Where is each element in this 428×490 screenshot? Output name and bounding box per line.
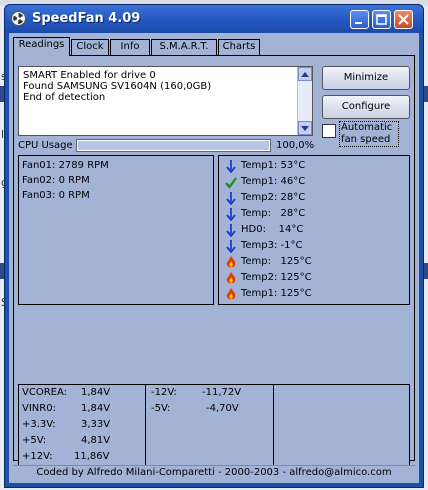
voltage-name: +5V: <box>22 435 47 446</box>
minimize-window-button[interactable] <box>350 10 369 29</box>
voltage-value: 4,81V <box>81 435 111 446</box>
arrow-down-icon <box>225 191 237 206</box>
arrow-down-icon <box>225 223 237 238</box>
temp-row: Temp1: 53°C <box>225 159 305 175</box>
voltage-value: 1,84V <box>81 403 111 414</box>
log-line: SMART Enabled for drive 0 <box>23 70 156 81</box>
temp-text: Temp: 28°C <box>241 208 306 219</box>
temperature-readings-box: Temp1: 53°C Temp1: 46°C Temp2: 28°C Temp… <box>218 155 410 305</box>
tab-smart[interactable]: S.M.A.R.T. <box>151 39 217 55</box>
tab-charts[interactable]: Charts <box>218 39 260 55</box>
temp-row: Temp2: 28°C <box>225 191 305 207</box>
voltage-value: -11,72V <box>202 387 242 398</box>
flame-icon <box>225 271 237 285</box>
voltage-value: 11,86V <box>74 451 110 462</box>
voltage-name: +3.3V: <box>22 419 56 430</box>
log-lines: SMART Enabled for drive 0 Found SAMSUNG … <box>23 70 211 103</box>
voltage-value: 3,33V <box>81 419 111 430</box>
title-bar[interactable]: SpeedFan 4.09 <box>5 5 423 33</box>
temp-row: Temp3: -1°C <box>225 239 303 255</box>
temp-row: Temp1: 125°C <box>225 287 312 303</box>
temp-row: Temp1: 46°C <box>225 175 305 191</box>
log-line: Found SAMSUNG SV1604N (160,0GB) <box>23 81 212 92</box>
cpu-usage-value: 100,0% <box>276 140 315 151</box>
flame-icon <box>225 255 237 269</box>
temp-text: Temp1: 53°C <box>241 160 306 171</box>
arrow-down-icon <box>225 159 237 174</box>
readings-panel: SMART Enabled for drive 0 Found SAMSUNG … <box>13 55 415 466</box>
maximize-window-button[interactable] <box>372 10 391 29</box>
temp-row: Temp: 28°C <box>225 207 305 223</box>
voltage-column-divider <box>273 385 274 465</box>
voltage-column-divider <box>145 385 146 465</box>
automatic-fan-speed-checkbox[interactable] <box>322 124 336 138</box>
scroll-up-button[interactable] <box>298 67 312 81</box>
temp-text: HD0: 14°C <box>241 224 304 235</box>
voltage-value: 1,84V <box>81 387 111 398</box>
temp-text: Temp1: 46°C <box>241 176 306 187</box>
fan-icon[interactable] <box>11 11 26 26</box>
temp-row: HD0: 14°C <box>225 223 303 239</box>
voltage-value: -4,70V <box>206 403 239 414</box>
temp-text: Temp2: 125°C <box>241 272 312 283</box>
voltage-name: VINR0: <box>22 403 56 414</box>
window-client-area: Readings Clock Info S.M.A.R.T. Charts SM… <box>9 33 419 483</box>
automatic-fan-speed-label[interactable]: Automatic fan speed <box>339 121 399 147</box>
scroll-down-button[interactable] <box>298 121 312 135</box>
voltage-readings-box: VCOREA: 1,84V VINR0: 1,84V +3.3V: 3,33V … <box>18 384 410 466</box>
fan-reading: Fan02: 0 RPM <box>22 175 90 186</box>
tab-readings[interactable]: Readings <box>13 37 70 56</box>
voltage-name: +12V: <box>22 451 53 462</box>
temp-row: Temp: 125°C <box>225 255 312 271</box>
configure-button[interactable]: Configure <box>322 95 410 119</box>
speedfan-window: SpeedFan 4.09 Readings Clock Info S.M.A.… <box>4 4 424 488</box>
voltage-name: -5V: <box>151 403 171 414</box>
temp-text: Temp1: 125°C <box>241 288 312 299</box>
temp-text: Temp2: 28°C <box>241 192 306 203</box>
fan-reading: Fan03: 0 RPM <box>22 190 90 201</box>
voltage-name: -12V: <box>151 387 177 398</box>
minimize-button[interactable]: Minimize <box>322 66 410 90</box>
arrow-down-icon <box>225 239 237 254</box>
fan-reading: Fan01: 2789 RPM <box>22 160 109 171</box>
detection-log[interactable]: SMART Enabled for drive 0 Found SAMSUNG … <box>18 66 313 136</box>
cpu-usage-bar <box>76 139 271 152</box>
voltage-name: VCOREA: <box>22 387 67 398</box>
temp-row: Temp2: 125°C <box>225 271 312 287</box>
log-scrollbar[interactable] <box>297 67 312 135</box>
cpu-usage-label: CPU Usage <box>18 140 73 151</box>
log-line: End of detection <box>23 92 106 103</box>
temp-text: Temp: 125°C <box>241 256 312 267</box>
temp-text: Temp3: -1°C <box>241 240 303 251</box>
arrow-down-icon <box>225 207 237 222</box>
fan-readings-box: Fan01: 2789 RPM Fan02: 0 RPM Fan03: 0 RP… <box>18 155 214 305</box>
window-title: SpeedFan 4.09 <box>32 11 141 26</box>
tab-clock[interactable]: Clock <box>71 39 109 55</box>
tab-info[interactable]: Info <box>110 39 150 55</box>
flame-icon <box>225 287 237 301</box>
checkmark-icon <box>225 175 237 189</box>
credits-footer: Coded by Alfredo Milani-Comparetti - 200… <box>13 465 415 480</box>
close-window-button[interactable] <box>394 10 413 29</box>
cpu-usage-fill <box>78 141 269 150</box>
